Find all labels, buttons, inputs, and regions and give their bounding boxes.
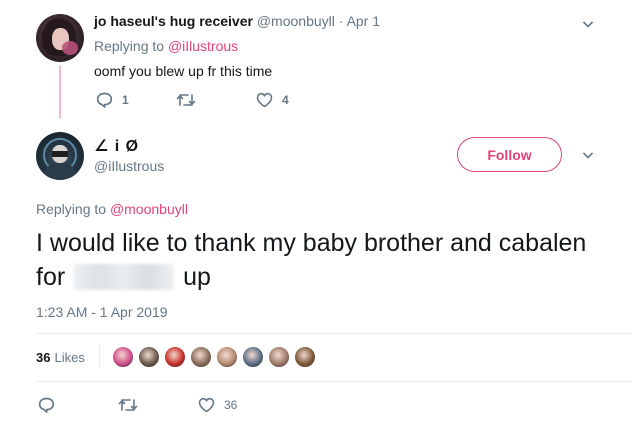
- liker-avatar[interactable]: [293, 346, 316, 368]
- retweet-action-button[interactable]: [176, 92, 196, 108]
- reply-author-avatar[interactable]: [36, 14, 84, 62]
- tweet-timestamp[interactable]: 1:23 AM - 1 Apr 2019: [36, 304, 168, 320]
- reply-date[interactable]: Apr 1: [347, 13, 380, 29]
- retweet-icon: [176, 92, 196, 108]
- reply-author-name[interactable]: jo haseul's hug receiver: [94, 13, 253, 29]
- main-retweet-action-button[interactable]: [118, 397, 138, 413]
- main-author-handle[interactable]: @iIlustrous: [94, 158, 164, 174]
- reply-author-handle[interactable]: @moonbuyll: [257, 13, 335, 29]
- likes-label[interactable]: Likes: [54, 350, 84, 365]
- reply-count: 1: [122, 93, 129, 107]
- likes-bar: 36 Likes: [36, 346, 320, 368]
- follow-button[interactable]: Follow: [457, 137, 562, 172]
- divider: [36, 333, 632, 334]
- like-count: 4: [282, 93, 289, 107]
- liker-avatars: [111, 346, 320, 368]
- reply-replying-to: Replying to @iIlustrous: [94, 38, 238, 54]
- censored-word-blur: [74, 264, 175, 290]
- reply-header: jo haseul's hug receiver @moonbuyll · Ap…: [94, 13, 380, 29]
- liker-avatar[interactable]: [215, 346, 238, 368]
- likes-separator: [98, 346, 100, 368]
- main-author-avatar[interactable]: [36, 132, 84, 180]
- reply-action-button[interactable]: 1: [96, 92, 129, 108]
- liker-avatar[interactable]: [241, 346, 264, 368]
- main-like-count: 36: [224, 398, 238, 412]
- liker-avatar[interactable]: [111, 346, 134, 368]
- reply-tweet: jo haseul's hug receiver @moonbuyll · Ap…: [0, 0, 632, 118]
- replying-prefix: Replying to: [36, 201, 110, 217]
- divider: [36, 381, 632, 382]
- main-chevron-down-icon[interactable]: [582, 149, 594, 161]
- main-replying-to: Replying to @moonbuyll: [36, 201, 188, 217]
- reply-chevron-down-icon[interactable]: [582, 18, 594, 30]
- main-like-action-button[interactable]: 36: [198, 397, 237, 413]
- main-author-name[interactable]: ∠ i Ø: [94, 136, 139, 156]
- liker-avatar[interactable]: [137, 346, 160, 368]
- main-tweet-text: I would like to thank my baby brother an…: [36, 226, 596, 294]
- replying-prefix: Replying to: [94, 38, 168, 54]
- heart-icon: [198, 397, 215, 413]
- liker-avatar[interactable]: [189, 346, 212, 368]
- separator-dot: ·: [338, 13, 344, 29]
- like-action-button[interactable]: 4: [256, 92, 289, 108]
- reply-icon: [38, 397, 55, 413]
- heart-icon: [256, 92, 273, 108]
- main-reply-action-button[interactable]: [38, 397, 55, 413]
- thread-line: [59, 66, 61, 118]
- replying-mention-link[interactable]: @iIlustrous: [168, 38, 238, 54]
- main-text-after: up: [183, 263, 211, 291]
- reply-icon: [96, 92, 113, 108]
- reply-tweet-text: oomf you blew up fr this time: [94, 63, 273, 79]
- liker-avatar[interactable]: [163, 346, 186, 368]
- retweet-icon: [118, 397, 138, 413]
- liker-avatar[interactable]: [267, 346, 290, 368]
- replying-mention-link[interactable]: @moonbuyll: [110, 201, 188, 217]
- likes-count[interactable]: 36: [36, 350, 50, 365]
